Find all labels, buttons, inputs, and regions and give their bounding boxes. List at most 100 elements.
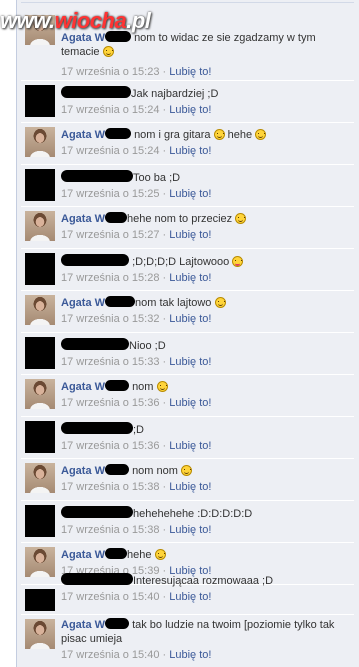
redaction-mark — [105, 212, 127, 223]
comment-body: Agata W hehe nom to przeciez 17 września … — [61, 212, 348, 242]
like-link[interactable]: Lubię to! — [169, 481, 211, 493]
comment-meta: 17 września o 15:36 · Lubię to! — [61, 396, 348, 410]
comment-timestamp[interactable]: 17 września o 15:40 — [61, 591, 159, 603]
comment-author[interactable]: Agata W — [61, 129, 105, 141]
comment-item: Agata W hehe nom to przeciez 17 września … — [21, 207, 354, 249]
redaction-mark — [61, 254, 129, 266]
comment-text: ;D — [133, 424, 144, 436]
comment-body: Interesującaa rozmowaaa ;D 17 września o… — [61, 573, 348, 604]
meta-separator: · — [162, 397, 167, 409]
meta-separator: · — [162, 591, 167, 603]
user-avatar[interactable] — [25, 505, 55, 537]
like-link[interactable]: Lubię to! — [169, 440, 211, 452]
comment-author[interactable]: Agata W — [61, 213, 105, 225]
redaction-mark — [105, 548, 127, 559]
comment-text: ;D;D;D;D Lajtowooo — [132, 256, 230, 268]
comment-timestamp[interactable]: 17 września o 15:32 — [61, 313, 159, 325]
redaction-mark — [105, 296, 135, 307]
like-link[interactable]: Lubię to! — [169, 649, 211, 661]
smiley-icon — [235, 213, 247, 224]
like-link[interactable]: Lubię to! — [169, 66, 211, 78]
comment-timestamp[interactable]: 17 września o 15:23 — [61, 66, 159, 78]
user-avatar[interactable] — [25, 421, 55, 453]
comment-text: hehe — [127, 549, 152, 561]
user-avatar[interactable] — [25, 169, 55, 201]
comment-meta: 17 września o 15:33 · Lubię to! — [61, 355, 348, 369]
comment-body: Agata W nom tak lajtowo 17 września o 15:… — [61, 296, 348, 326]
comment-item: ;D;D;D;D Lajtowooo 17 września o 15:28 ·… — [21, 249, 354, 291]
comment-text: Too ba ;D — [133, 172, 181, 184]
smiley-icon — [255, 129, 267, 140]
like-link[interactable]: Lubię to! — [169, 229, 211, 241]
comment-body: Agata W tak bo ludzie na twoim [poziomie… — [61, 618, 348, 662]
comment-text: nom — [132, 381, 154, 393]
user-avatar[interactable] — [25, 253, 55, 285]
meta-separator: · — [162, 481, 167, 493]
user-avatar[interactable] — [25, 589, 55, 611]
user-avatar[interactable] — [25, 547, 55, 577]
comment-timestamp[interactable]: 17 września o 15:24 — [61, 104, 159, 116]
user-avatar[interactable] — [25, 379, 55, 409]
comment-timestamp[interactable]: 17 września o 15:36 — [61, 397, 159, 409]
comment-author[interactable]: Agata W — [61, 465, 105, 477]
comment-item: Agata W nom nom 17 września o 15:38 · Lu… — [21, 459, 354, 501]
comment-body: Nioo ;D 17 września o 15:33 · Lubię to! — [61, 338, 348, 369]
smiley-icon — [180, 465, 192, 476]
meta-separator: · — [162, 649, 167, 661]
meta-separator: · — [162, 104, 167, 116]
like-link[interactable]: Lubię to! — [169, 356, 211, 368]
comment-timestamp[interactable]: 17 września o 15:24 — [61, 145, 159, 157]
meta-separator: · — [162, 66, 167, 78]
like-link[interactable]: Lubię to! — [169, 313, 211, 325]
user-avatar[interactable] — [25, 337, 55, 369]
comment-text-extra: hehe — [227, 129, 253, 141]
comment-author[interactable]: Agata W — [61, 381, 105, 393]
comment-meta: 17 września o 15:36 · Lubię to! — [61, 439, 348, 453]
comment-text: hehehehehe :D:D:D:D:D — [133, 508, 253, 520]
smiley-icon — [214, 297, 226, 308]
comment-author[interactable]: Agata W — [61, 297, 105, 309]
comment-item: Agata W nom tak lajtowo 17 września o 15:… — [21, 291, 354, 333]
meta-separator: · — [162, 313, 167, 325]
user-avatar[interactable] — [25, 619, 55, 649]
comment-body: Too ba ;D 17 września o 15:25 · Lubię to… — [61, 170, 348, 201]
meta-separator: · — [162, 188, 167, 200]
comment-timestamp[interactable]: 17 września o 15:28 — [61, 272, 159, 284]
comment-timestamp[interactable]: 17 września o 15:38 — [61, 524, 159, 536]
comment-timestamp[interactable]: 17 września o 15:33 — [61, 356, 159, 368]
comment-timestamp[interactable]: 17 września o 15:36 — [61, 440, 159, 452]
comment-text: hehe nom to przeciez — [127, 213, 233, 225]
user-avatar[interactable] — [25, 127, 55, 157]
like-link[interactable]: Lubię to! — [169, 524, 211, 536]
comment-meta: 17 września o 15:23 · Lubię to! — [61, 65, 348, 79]
like-link[interactable]: Lubię to! — [169, 104, 211, 116]
user-avatar[interactable] — [25, 463, 55, 493]
comment-meta: 17 września o 15:25 · Lubię to! — [61, 187, 348, 201]
comment-timestamp[interactable]: 17 września o 15:25 — [61, 188, 159, 200]
like-link[interactable]: Lubię to! — [169, 145, 211, 157]
comment-item: Agata W tak bo ludzie na twoim [poziomie… — [21, 615, 354, 667]
comment-text: Nioo ;D — [129, 340, 166, 352]
comment-meta: 17 września o 15:38 · Lubię to! — [61, 480, 348, 494]
comment-body: Agata W nom 17 września o 15:36 · Lubię … — [61, 380, 348, 410]
user-avatar[interactable] — [25, 85, 55, 117]
like-link[interactable]: Lubię to! — [169, 591, 211, 603]
user-avatar[interactable] — [25, 295, 55, 325]
user-avatar[interactable] — [25, 211, 55, 241]
comment-item: Too ba ;D 17 września o 15:25 · Lubię to… — [21, 165, 354, 207]
like-link[interactable]: Lubię to! — [169, 397, 211, 409]
comment-timestamp[interactable]: 17 września o 15:38 — [61, 481, 159, 493]
comment-body: Agata W nom to widac ze sie zgadzamy w t… — [61, 31, 348, 79]
smiley-icon — [154, 549, 166, 560]
comment-item: Nioo ;D 17 września o 15:33 · Lubię to! — [21, 333, 354, 375]
like-link[interactable]: Lubię to! — [169, 272, 211, 284]
redaction-mark — [105, 618, 129, 629]
comment-timestamp[interactable]: 17 września o 15:27 — [61, 229, 159, 241]
redaction-mark — [61, 338, 129, 350]
comment-author[interactable]: Agata W — [61, 619, 105, 631]
comment-item: Jak najbardziej ;D 17 września o 15:24 ·… — [21, 81, 354, 123]
meta-separator: · — [162, 356, 167, 368]
comment-timestamp[interactable]: 17 września o 15:40 — [61, 649, 159, 661]
like-link[interactable]: Lubię to! — [169, 188, 211, 200]
comment-author[interactable]: Agata W — [61, 549, 105, 561]
